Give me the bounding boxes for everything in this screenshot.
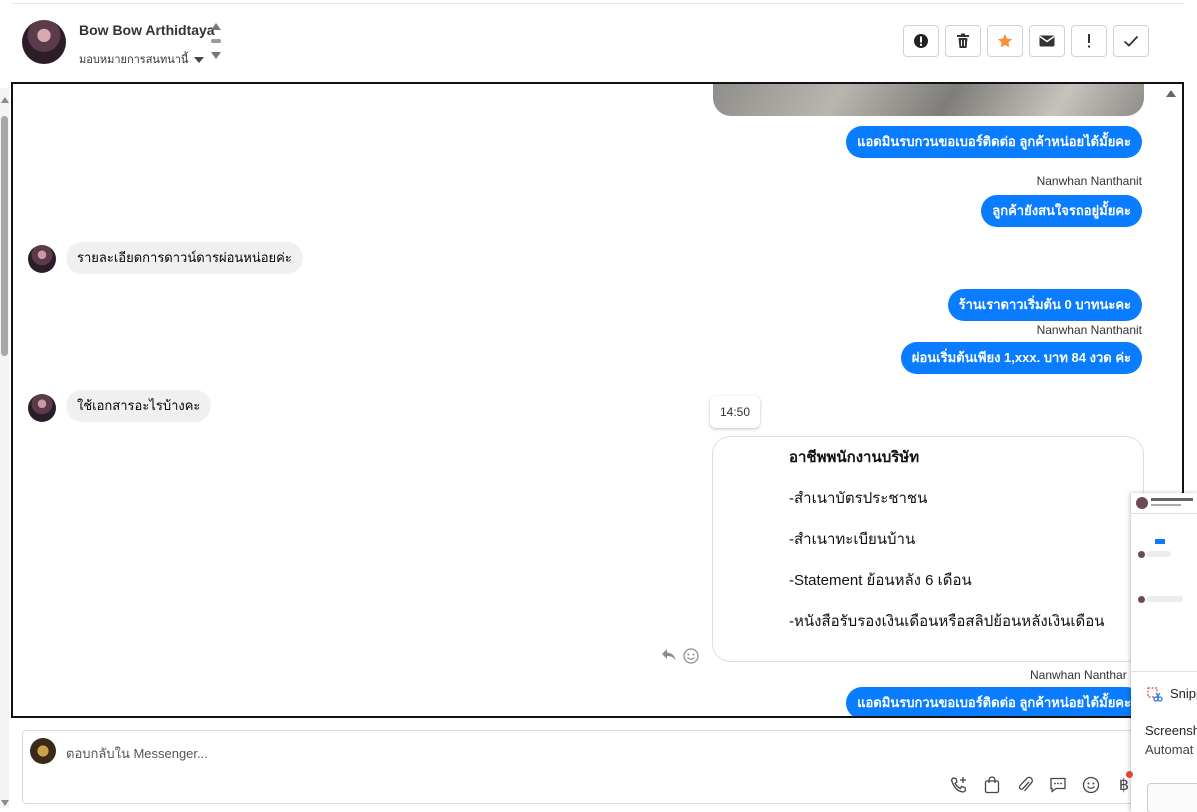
exclamation-icon (1088, 34, 1090, 48)
page-avatar (30, 738, 56, 764)
emoji-button[interactable] (1080, 774, 1102, 796)
composer-tools: ฿ (948, 774, 1135, 796)
reply-input[interactable] (66, 744, 766, 762)
trash-icon (957, 33, 969, 48)
snip-message-sub: Automat (1145, 742, 1194, 757)
sender-name: Nanwhan Nanthanit (1036, 323, 1142, 337)
snip-action-button[interactable] (1147, 783, 1197, 812)
caret-down-icon (194, 57, 205, 64)
snip-title: Snipp (1170, 686, 1197, 701)
sort-down-icon[interactable] (211, 52, 221, 59)
check-icon (1123, 35, 1139, 47)
contact-mini-avatar (28, 394, 56, 422)
document-list-message[interactable]: อาชีพพนักงานบริษัท -สำเนาบัตรประชาชน -สำ… (712, 436, 1144, 662)
photo-attachment[interactable] (713, 84, 1144, 116)
notification-dot (1126, 771, 1133, 778)
attach-button[interactable] (1014, 774, 1036, 796)
call-add-button[interactable] (948, 774, 970, 796)
doc-item: -สำเนาบัตรประชาชน (789, 490, 928, 507)
emoji-icon (1082, 776, 1100, 794)
spam-button[interactable] (903, 25, 939, 57)
follow-up-button[interactable] (1071, 25, 1107, 57)
assign-label: มอบหมายการสนทนานี้ (79, 54, 189, 66)
conversation-toolbar (903, 25, 1149, 57)
emoji-react-icon[interactable] (683, 648, 699, 664)
snipping-tool-notification[interactable]: Snipp Screensh Automat (1131, 493, 1197, 812)
shop-button[interactable] (981, 774, 1003, 796)
reply-icon[interactable] (661, 648, 677, 662)
top-divider (12, 3, 1184, 4)
sort-up-icon[interactable] (211, 23, 221, 30)
sender-name: Nanwhan Nanthanit (1036, 174, 1142, 188)
doc-item: -หนังสือรับรองเงินเดือนหรือสลิปย้อนหลังเ… (789, 613, 1105, 630)
scroll-down-arrow-icon[interactable] (1, 800, 9, 806)
message-outgoing[interactable]: ผ่อนเริ่มต้นเพียง 1,xxx. บาท 84 งวด ค่ะ (900, 342, 1142, 374)
message-incoming[interactable]: รายละเอียดการดาวน์ดารผ่อนหน่อยค่ะ (66, 242, 303, 274)
doc-item: -สำเนาทะเบียนบ้าน (789, 531, 916, 548)
screenshot-thumbnail[interactable] (1131, 493, 1197, 672)
mark-done-button[interactable] (1113, 25, 1149, 57)
snip-message: Screensh (1145, 723, 1197, 738)
message-outgoing[interactable]: ร้านเราดาวเริ่มต้น 0 บาทนะคะ (947, 289, 1142, 321)
saved-replies-button[interactable] (1047, 774, 1069, 796)
message-outgoing[interactable]: แอดมินรบกวนขอเบอร์ติดต่อ ลูกค้าหน่อยได้ม… (846, 687, 1142, 716)
scroll-up-arrow-icon[interactable] (1166, 90, 1176, 97)
message-outgoing[interactable]: แอดมินรบกวนขอเบอร์ติดต่อ ลูกค้าหน่อยได้ม… (846, 126, 1142, 158)
shopping-bag-icon (984, 776, 1000, 794)
alert-circle-icon (914, 34, 928, 48)
conversation-pane[interactable]: แอดมินรบกวนขอเบอร์ติดต่อ ลูกค้าหน่อยได้ม… (11, 82, 1184, 718)
chat-bubble-icon (1050, 777, 1066, 793)
scissors-icon (1147, 687, 1163, 702)
paperclip-icon (1018, 776, 1033, 792)
message-outgoing[interactable]: ลูกค้ายังสนใจรถอยู่มั้ยคะ (981, 195, 1142, 227)
message-incoming[interactable]: ใช้เอกสารอะไรบ้างคะ (66, 390, 212, 422)
contact-avatar[interactable] (22, 20, 66, 64)
doc-title: อาชีพพนักงานบริษัท (789, 449, 920, 466)
timestamp: 14:50 (710, 396, 760, 428)
sender-name: Nanwhan Nanthar (1030, 668, 1127, 682)
assign-conversation-dropdown[interactable]: มอบหมายการสนทนานี้ (79, 50, 205, 68)
scroll-up-arrow-icon[interactable] (1, 97, 9, 103)
star-icon (998, 34, 1012, 48)
doc-item: -Statement ย้อนหลัง 6 เดือน (789, 572, 972, 589)
delete-button[interactable] (945, 25, 981, 57)
phone-plus-icon (950, 777, 967, 793)
contact-mini-avatar (28, 245, 56, 273)
scroll-thumb[interactable] (1, 116, 8, 356)
baht-icon: ฿ (1118, 777, 1130, 794)
contact-name[interactable]: Bow Bow Arthidtaya (79, 22, 215, 38)
page-scrollbar[interactable] (0, 88, 9, 808)
mark-unread-button[interactable] (1029, 25, 1065, 57)
star-button[interactable] (987, 25, 1023, 57)
envelope-icon (1039, 35, 1055, 47)
sort-handle-icon (211, 39, 221, 43)
